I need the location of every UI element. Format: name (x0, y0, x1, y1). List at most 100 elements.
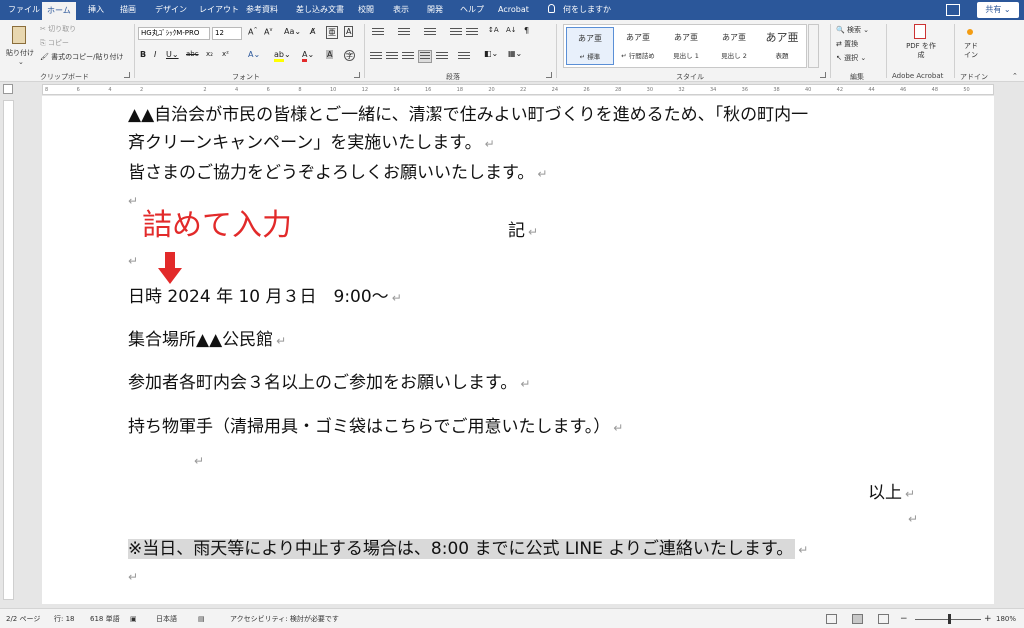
numbering-icon[interactable] (398, 28, 410, 38)
document-page[interactable]: ▲▲自治会が市民の皆様とご一緒に、清潔で住みよい町づくりを進めるため、「秋の町内… (42, 96, 994, 604)
char-shading-icon[interactable]: A (326, 50, 334, 59)
styles-group-label: スタイル (676, 73, 704, 81)
focus-mode-icon[interactable] (826, 614, 837, 624)
ruler-number: 10 (330, 87, 337, 93)
addin-button[interactable]: アド イン (962, 42, 980, 60)
zoom-out-icon[interactable]: − (900, 609, 908, 628)
text-direction-icon[interactable]: ↕A (488, 26, 499, 34)
tab-view[interactable]: 表示 (393, 0, 409, 20)
paragraph-launcher-icon[interactable] (546, 72, 552, 78)
style-heading-2[interactable]: あア亜 見出し 2 (710, 27, 758, 65)
paste-button[interactable]: 貼り付け (6, 48, 34, 58)
tab-help[interactable]: ヘルプ (460, 0, 484, 20)
editing-group-label: 編集 (850, 73, 864, 81)
macro-icon[interactable]: ▤ (198, 609, 205, 628)
ki-heading: 記 ↵ (508, 221, 539, 241)
tab-mailings[interactable]: 差し込み文書 (296, 0, 344, 20)
tab-draw[interactable]: 描画 (120, 0, 136, 20)
ruler-number: 6 (76, 87, 80, 93)
font-color-icon[interactable]: A⌄ (302, 50, 314, 62)
distributed-icon[interactable] (436, 52, 448, 62)
styles-launcher-icon[interactable] (820, 72, 826, 78)
italic-icon[interactable]: I (154, 50, 156, 59)
find-button[interactable]: 🔍 検索 ⌄ (836, 25, 869, 35)
web-layout-icon[interactable] (878, 614, 889, 624)
ruler-number: 4 (108, 87, 112, 93)
phonetic-guide-icon[interactable]: 亜 (326, 26, 338, 39)
horizontal-ruler[interactable]: 8 6 4 2 2 4 6 8 10 12 14 16 18 20 22 24 26 28 30 32 34 36 38 40… (42, 84, 994, 95)
shading-icon[interactable]: ◧⌄ (484, 49, 498, 58)
language[interactable]: 日本語 (156, 609, 177, 628)
word-count[interactable]: 618 単語 (90, 609, 120, 628)
tab-developer[interactable]: 開発 (427, 0, 443, 20)
text-effects-icon[interactable]: A⌄ (248, 50, 260, 59)
tab-insert[interactable]: 挿入 (88, 0, 104, 20)
clear-format-icon[interactable]: A̸ (310, 27, 315, 36)
paste-icon[interactable] (12, 26, 26, 44)
align-center-icon[interactable] (386, 52, 398, 62)
ribbon-display-icon[interactable] (946, 4, 960, 16)
share-button[interactable]: 共有 ⌄ (977, 2, 1019, 18)
font-family-select[interactable]: HG丸ｺﾞｼｯｸM-PRO (138, 27, 210, 40)
tab-acrobat[interactable]: Acrobat (498, 0, 529, 20)
pdf-icon (914, 24, 926, 39)
create-pdf-button[interactable]: PDF を作成 (906, 42, 936, 60)
collapse-ribbon-icon[interactable]: ⌃ (1012, 72, 1018, 80)
select-button[interactable]: ↖ 選択 ⌄ (836, 53, 866, 63)
tab-file[interactable]: ファイル (8, 0, 40, 20)
cut-button[interactable]: ✂ 切り取り (40, 24, 76, 34)
line-number: 行: 18 (54, 615, 75, 623)
bullets-icon[interactable] (372, 28, 384, 38)
subscript-icon[interactable]: x₂ (206, 50, 213, 58)
change-case-icon[interactable]: Aa⌄ (284, 27, 301, 36)
style-heading-1[interactable]: あア亜 見出し 1 (662, 27, 710, 65)
ruler-number: 26 (583, 87, 590, 93)
strikethrough-icon[interactable]: abc (186, 50, 199, 58)
styles-gallery: あア亜 ↵ 標準 あア亜 ↵ 行間詰め あア亜 見出し 1 あア亜 見出し 2 あア亜表… (563, 24, 807, 68)
show-marks-icon[interactable]: ¶ (524, 26, 529, 35)
doc-ijo: 以上 ↵ (868, 483, 916, 503)
underline-icon[interactable]: U⌄ (166, 50, 179, 59)
styles-more-icon[interactable] (808, 24, 819, 68)
decrease-indent-icon[interactable] (450, 28, 462, 38)
accessibility-status[interactable]: アクセシビリティ: 検討が必要です (230, 609, 339, 628)
highlight-icon[interactable]: ab⌄ (274, 50, 291, 62)
format-painter-button[interactable]: 🖌 書式のコピー/貼り付け (40, 52, 123, 62)
justify-icon[interactable] (418, 50, 432, 63)
bold-icon[interactable]: B (140, 50, 146, 59)
tab-design[interactable]: デザイン (155, 0, 187, 20)
print-layout-icon[interactable] (852, 614, 863, 624)
tab-home[interactable]: ホーム (42, 0, 76, 20)
tell-me-box[interactable]: 何をしますか (548, 0, 611, 20)
ruler-row: 8 6 4 2 2 4 6 8 10 12 14 16 18 20 22 24 26 28 30 32 34 36 38 40… (0, 82, 1024, 96)
zoom-level[interactable]: 180% (996, 609, 1016, 628)
page-count[interactable]: 2/2 ページ (6, 609, 40, 628)
enclosed-char-icon[interactable]: 字 (344, 50, 355, 61)
zoom-in-icon[interactable]: + (984, 609, 992, 628)
align-left-icon[interactable] (370, 52, 382, 62)
align-right-icon[interactable] (402, 52, 414, 62)
copy-button[interactable]: ⎘ コピー (40, 38, 69, 48)
grow-font-icon[interactable]: A^ (248, 27, 258, 37)
proofing-icon[interactable]: ▣ (130, 609, 137, 628)
style-title[interactable]: あア亜 表題 (758, 27, 806, 65)
borders-icon[interactable]: ▦⌄ (508, 49, 522, 58)
increase-indent-icon[interactable] (466, 28, 478, 38)
multilevel-list-icon[interactable] (424, 28, 436, 38)
tab-selector-icon[interactable] (3, 84, 13, 94)
replace-button[interactable]: ⇄ 置換 (836, 39, 858, 49)
tab-layout[interactable]: レイアウト (199, 0, 239, 20)
clipboard-launcher-icon[interactable] (124, 72, 130, 78)
font-size-select[interactable]: 12 (212, 27, 242, 40)
font-launcher-icon[interactable] (354, 72, 360, 78)
superscript-icon[interactable]: x² (222, 50, 229, 58)
tab-review[interactable]: 校閲 (358, 0, 374, 20)
style-normal[interactable]: あア亜 ↵ 標準 (566, 27, 614, 65)
line-spacing-icon[interactable] (458, 52, 470, 62)
enclose-char-icon[interactable]: A (344, 26, 354, 37)
shrink-font-icon[interactable]: Av (264, 27, 272, 37)
zoom-slider-thumb[interactable] (948, 614, 951, 624)
tab-references[interactable]: 参考資料 (246, 0, 278, 20)
sort-icon[interactable]: A↓ (506, 26, 517, 34)
style-no-spacing[interactable]: あア亜 ↵ 行間詰め (614, 27, 662, 65)
